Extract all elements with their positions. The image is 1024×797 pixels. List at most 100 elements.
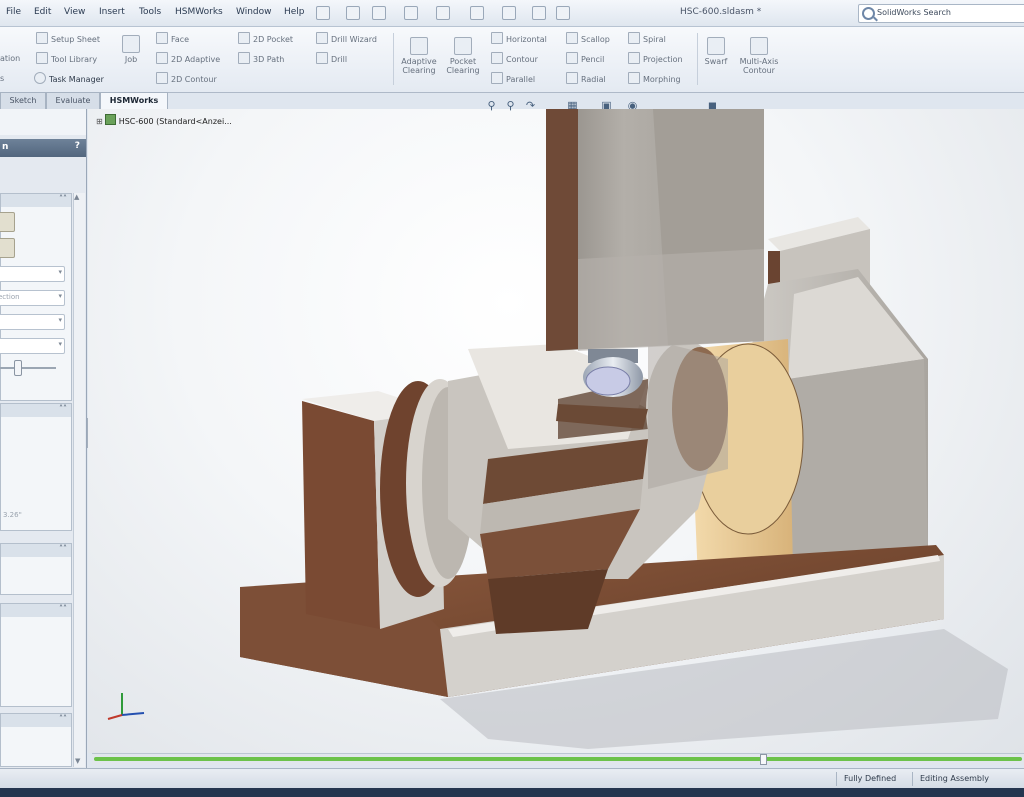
taskbar-strip — [0, 788, 1024, 797]
document-title: HSC-600.sldasm * — [680, 7, 762, 17]
morphing-button[interactable]: Morphing — [628, 72, 681, 84]
group-header[interactable]: ˄˄ — [1, 194, 71, 207]
pane-toolbar — [0, 109, 86, 135]
horizontal-button[interactable]: Horizontal — [491, 32, 547, 44]
swarf-button[interactable]: Swarf — [696, 37, 736, 66]
group-section: ˄˄ — [0, 713, 72, 767]
search-icon[interactable] — [862, 7, 875, 20]
tab-sketch[interactable]: Sketch — [0, 92, 46, 109]
drill-wizard-button[interactable]: Drill Wizard — [316, 32, 377, 44]
task-manager-button[interactable]: Task Manager — [34, 72, 104, 84]
status-editing: Editing Assembly — [920, 774, 989, 783]
2d-contour-button[interactable]: 2D Contour — [156, 72, 217, 84]
parallel-button[interactable]: Parallel — [491, 72, 535, 84]
menu-edit[interactable]: Edit — [34, 7, 51, 17]
progress-thumb[interactable] — [760, 754, 767, 765]
progress-fill — [94, 757, 1022, 761]
2d-pocket-icon — [238, 32, 250, 44]
undo-icon[interactable] — [470, 6, 484, 20]
collapse-icon[interactable]: ˄˄ — [59, 604, 67, 613]
drill-icon — [316, 52, 328, 64]
projection-button[interactable]: Projection — [628, 52, 683, 64]
scallop-button[interactable]: Scallop — [566, 32, 610, 44]
3d-path-button[interactable]: 3D Path — [238, 52, 284, 64]
pane-scrollbar[interactable]: ▲ ▼ — [73, 193, 85, 767]
scroll-up-icon[interactable]: ▲ — [74, 193, 79, 201]
tab-hsmworks[interactable]: HSMWorks — [100, 92, 168, 109]
combo-box[interactable]: ection ▾ — [0, 290, 65, 306]
multi-axis-contour-icon — [750, 37, 768, 55]
open-icon[interactable] — [372, 6, 386, 20]
group-header[interactable]: ˄˄ — [1, 404, 71, 417]
horizontal-icon — [491, 32, 503, 44]
print-icon[interactable] — [436, 6, 450, 20]
status-separator — [912, 772, 913, 786]
combo-box[interactable]: ▾ — [0, 314, 65, 330]
tool-select-button[interactable] — [0, 212, 15, 232]
face-button[interactable]: Face — [156, 32, 189, 44]
menu-insert[interactable]: Insert — [99, 7, 125, 17]
group-header[interactable]: ˄˄ — [1, 604, 71, 617]
tool-group: ˄˄ ▾ ection ▾ ▾ ▾ — [0, 193, 72, 401]
tool-library-button[interactable]: Tool Library — [36, 52, 97, 64]
group-header[interactable]: ˄˄ — [1, 714, 71, 727]
contour-button[interactable]: Contour — [491, 52, 538, 64]
radial-button[interactable]: Radial — [566, 72, 606, 84]
pin-icon[interactable] — [316, 6, 330, 20]
menu-view[interactable]: View — [64, 7, 85, 17]
pencil-button[interactable]: Pencil — [566, 52, 604, 64]
dropdown-arrow-icon: ▾ — [58, 340, 62, 348]
pocket-clearing-button[interactable]: Pocket Clearing — [440, 37, 486, 75]
group-header[interactable]: ˄˄ — [1, 544, 71, 557]
ribbon-partial-label[interactable]: ation — [0, 54, 20, 63]
menu-hsmworks[interactable]: HSMWorks — [175, 7, 223, 17]
adaptive-clearing-button[interactable]: Adaptive Clearing — [396, 37, 442, 75]
slider-thumb[interactable] — [14, 360, 22, 376]
tool-library-icon — [36, 52, 48, 64]
status-separator — [836, 772, 837, 786]
dropdown-arrow-icon: ▾ — [58, 268, 62, 276]
status-bar: Fully Defined Editing Assembly — [0, 768, 1024, 789]
setup-sheet-button[interactable]: Setup Sheet — [36, 32, 100, 44]
menu-file[interactable]: File — [6, 7, 21, 17]
tab-evaluate[interactable]: Evaluate — [46, 92, 100, 109]
combo-box[interactable]: ▾ — [0, 266, 65, 282]
partial-value: 3.26" — [3, 511, 22, 519]
options-icon[interactable] — [556, 6, 570, 20]
menu-help[interactable]: Help — [284, 7, 305, 17]
swarf-icon — [707, 37, 725, 55]
status-fully-defined: Fully Defined — [844, 774, 897, 783]
combo-box[interactable]: ▾ — [0, 338, 65, 354]
menu-bar: File Edit View Insert Tools HSMWorks Win… — [0, 0, 1024, 27]
menu-tools[interactable]: Tools — [139, 7, 161, 17]
pane-header: n ? — [0, 139, 86, 157]
2d-pocket-button[interactable]: 2D Pocket — [238, 32, 293, 44]
menu-window[interactable]: Window — [236, 7, 272, 17]
graphics-viewport[interactable]: ⊞ HSC-600 (Standard<Anzei... ⚲ ⚲ ↷ ▦ ▣ ◉ … — [88, 99, 1024, 753]
collapse-icon[interactable]: ˄˄ — [59, 714, 67, 723]
timeline-progress[interactable] — [92, 753, 1024, 765]
tool-holder-button[interactable] — [0, 238, 15, 258]
drill-button[interactable]: Drill — [316, 52, 347, 64]
save-icon[interactable] — [404, 6, 418, 20]
new-document-icon[interactable] — [346, 6, 360, 20]
select-icon[interactable] — [502, 6, 516, 20]
settings-group: ˄˄ 3.26" — [0, 403, 72, 531]
search-input[interactable]: SolidWorks Search — [858, 4, 1024, 23]
setup-sheet-icon — [36, 32, 48, 44]
face-icon — [156, 32, 168, 44]
rebuild-icon[interactable] — [532, 6, 546, 20]
2d-adaptive-icon — [156, 52, 168, 64]
collapse-icon[interactable]: ˄˄ — [59, 404, 67, 413]
help-icon[interactable]: ? — [75, 141, 80, 151]
projection-icon — [628, 52, 640, 64]
ribbon-partial-label[interactable]: s — [0, 74, 4, 83]
job-button[interactable]: Job — [113, 35, 149, 64]
multi-axis-contour-button[interactable]: Multi-Axis Contour — [736, 37, 782, 75]
spiral-button[interactable]: Spiral — [628, 32, 666, 44]
pencil-icon — [566, 52, 578, 64]
collapse-icon[interactable]: ˄˄ — [59, 544, 67, 553]
2d-adaptive-button[interactable]: 2D Adaptive — [156, 52, 220, 64]
scroll-down-icon[interactable]: ▼ — [75, 757, 80, 765]
collapse-icon[interactable]: ˄˄ — [59, 194, 67, 203]
